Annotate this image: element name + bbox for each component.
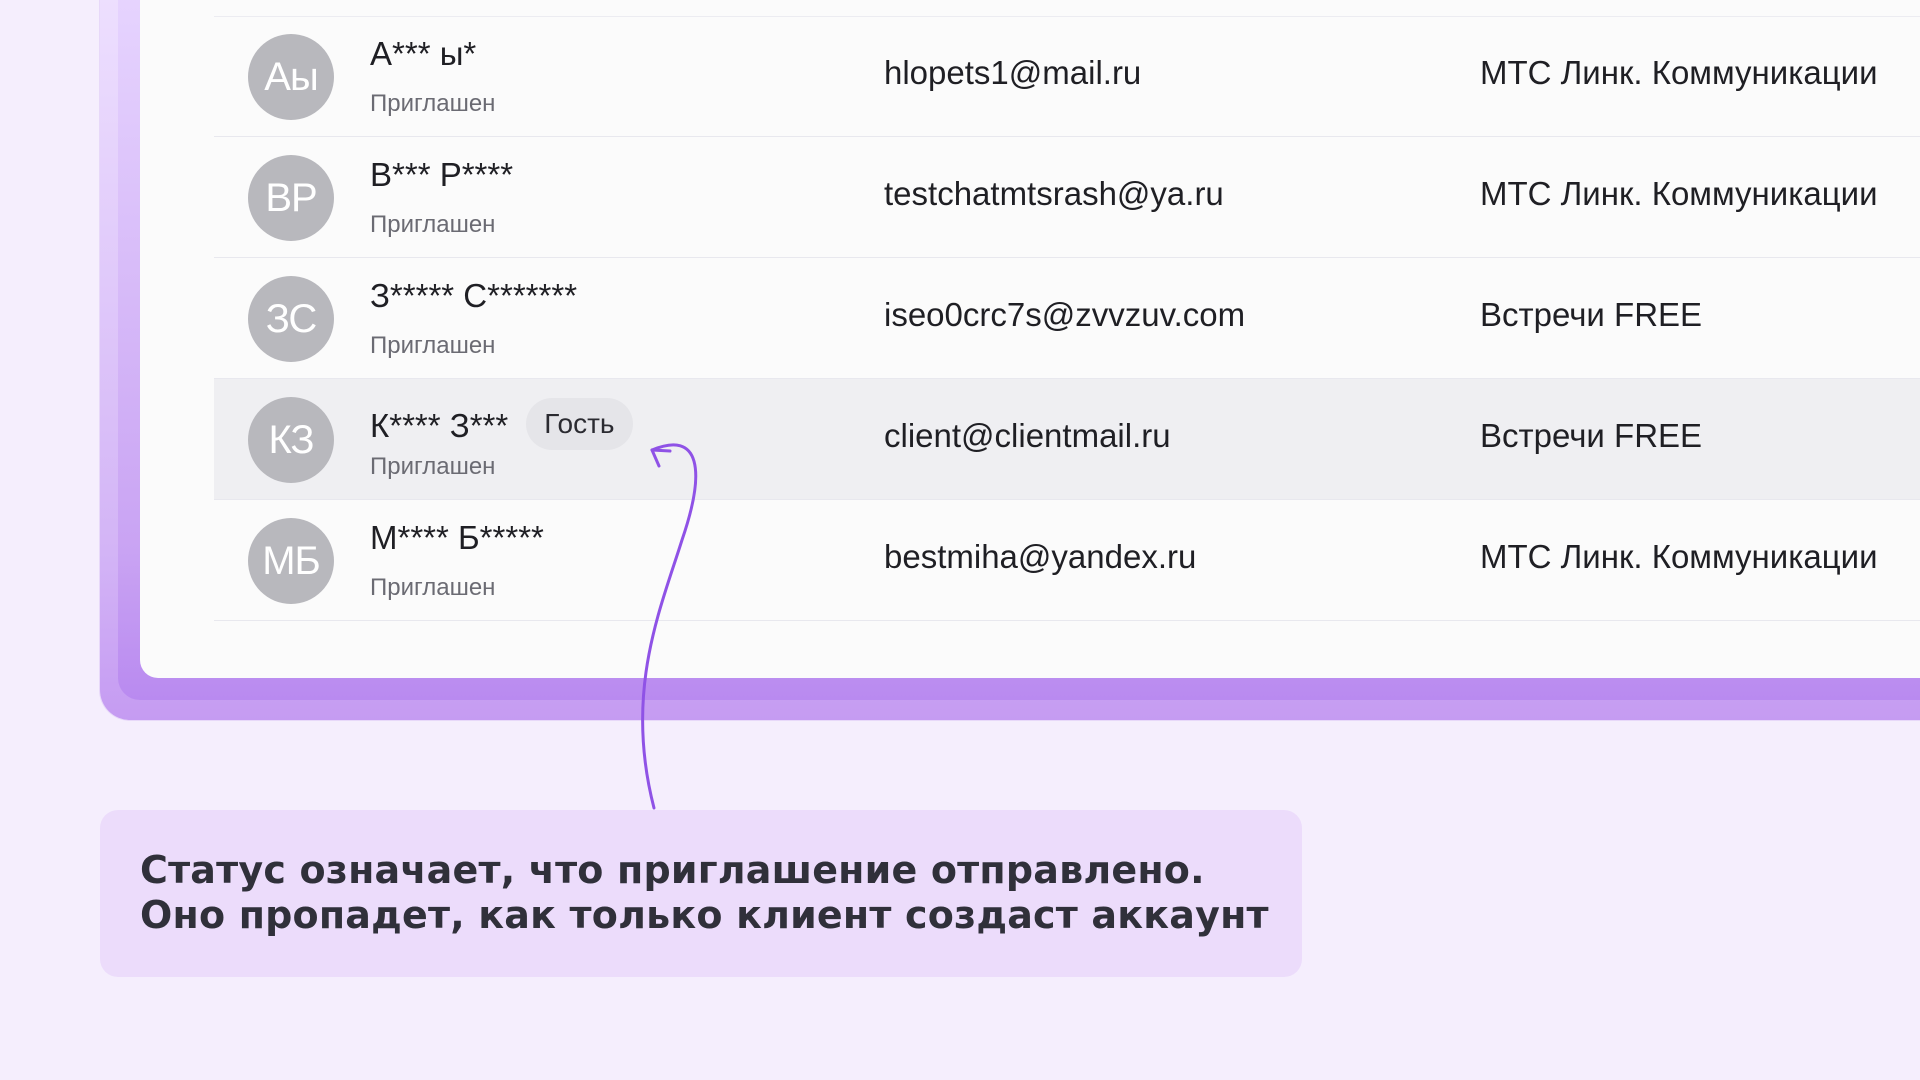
callout-line-2: Оно пропадет, как только клиент создаст … xyxy=(140,893,1269,937)
contact-name: З***** С******* xyxy=(370,277,577,315)
contact-status: Приглашен xyxy=(370,211,496,238)
table-row[interactable]: ЗС З***** С******* Приглашен iseo0crc7s@… xyxy=(214,258,1920,379)
contact-organization: Встречи FREE xyxy=(1480,417,1703,454)
callout-line-1: Статус означает, что приглашение отправл… xyxy=(140,848,1205,892)
contact-name: А*** ы* xyxy=(370,35,476,73)
contact-organization: МТС Линк. Коммуникации xyxy=(1480,175,1878,212)
contact-email: testchatmtsrash@ya.ru xyxy=(884,175,1224,212)
contact-organization: Встречи FREE xyxy=(1480,296,1703,333)
contacts-table: Аы А*** ы* Приглашен hlopets1@mail.ru МТ… xyxy=(214,16,1920,621)
contact-name: М**** Б***** xyxy=(370,519,544,557)
avatar: КЗ xyxy=(248,397,334,483)
contact-status: Приглашен xyxy=(370,90,496,117)
guest-badge: Гость xyxy=(526,398,633,450)
contact-email: iseo0crc7s@zvvzuv.com xyxy=(884,296,1246,333)
contacts-window: Аы А*** ы* Приглашен hlopets1@mail.ru МТ… xyxy=(140,0,1920,678)
avatar: ВР xyxy=(248,155,334,241)
avatar: Аы xyxy=(248,34,334,120)
avatar: МБ xyxy=(248,518,334,604)
contact-name-text: В*** Р**** xyxy=(370,156,514,193)
table-row[interactable]: ВР В*** Р**** Приглашен testchatmtsrash@… xyxy=(214,137,1920,258)
table-row[interactable]: МБ М**** Б***** Приглашен bestmiha@yande… xyxy=(214,500,1920,621)
contact-organization: МТС Линк. Коммуникации xyxy=(1480,538,1878,575)
contact-name-text: К**** З*** xyxy=(370,407,509,444)
table-row-highlighted[interactable]: КЗ К**** З*** Гость Приглашен client@clie… xyxy=(214,379,1920,500)
contact-name-text: З***** С******* xyxy=(370,277,578,314)
contact-status: Приглашен xyxy=(370,574,496,601)
contact-name-text: А*** ы* xyxy=(370,35,477,72)
contact-name-text: М**** Б***** xyxy=(370,519,544,556)
contact-status: Приглашен xyxy=(370,332,496,359)
contact-email: bestmiha@yandex.ru xyxy=(884,538,1197,575)
contact-organization: МТС Линк. Коммуникации xyxy=(1480,54,1878,91)
contact-name: В*** Р**** xyxy=(370,156,513,194)
callout-box: Статус означает, что приглашение отправл… xyxy=(100,810,1302,977)
contact-email: client@clientmail.ru xyxy=(884,417,1171,454)
contact-name: К**** З*** Гость xyxy=(370,398,633,450)
table-row[interactable]: Аы А*** ы* Приглашен hlopets1@mail.ru МТ… xyxy=(214,16,1920,137)
callout-text: Статус означает, что приглашение отправл… xyxy=(140,848,1280,938)
contact-status: Приглашен xyxy=(370,453,496,480)
avatar: ЗС xyxy=(248,276,334,362)
contact-email: hlopets1@mail.ru xyxy=(884,54,1142,91)
